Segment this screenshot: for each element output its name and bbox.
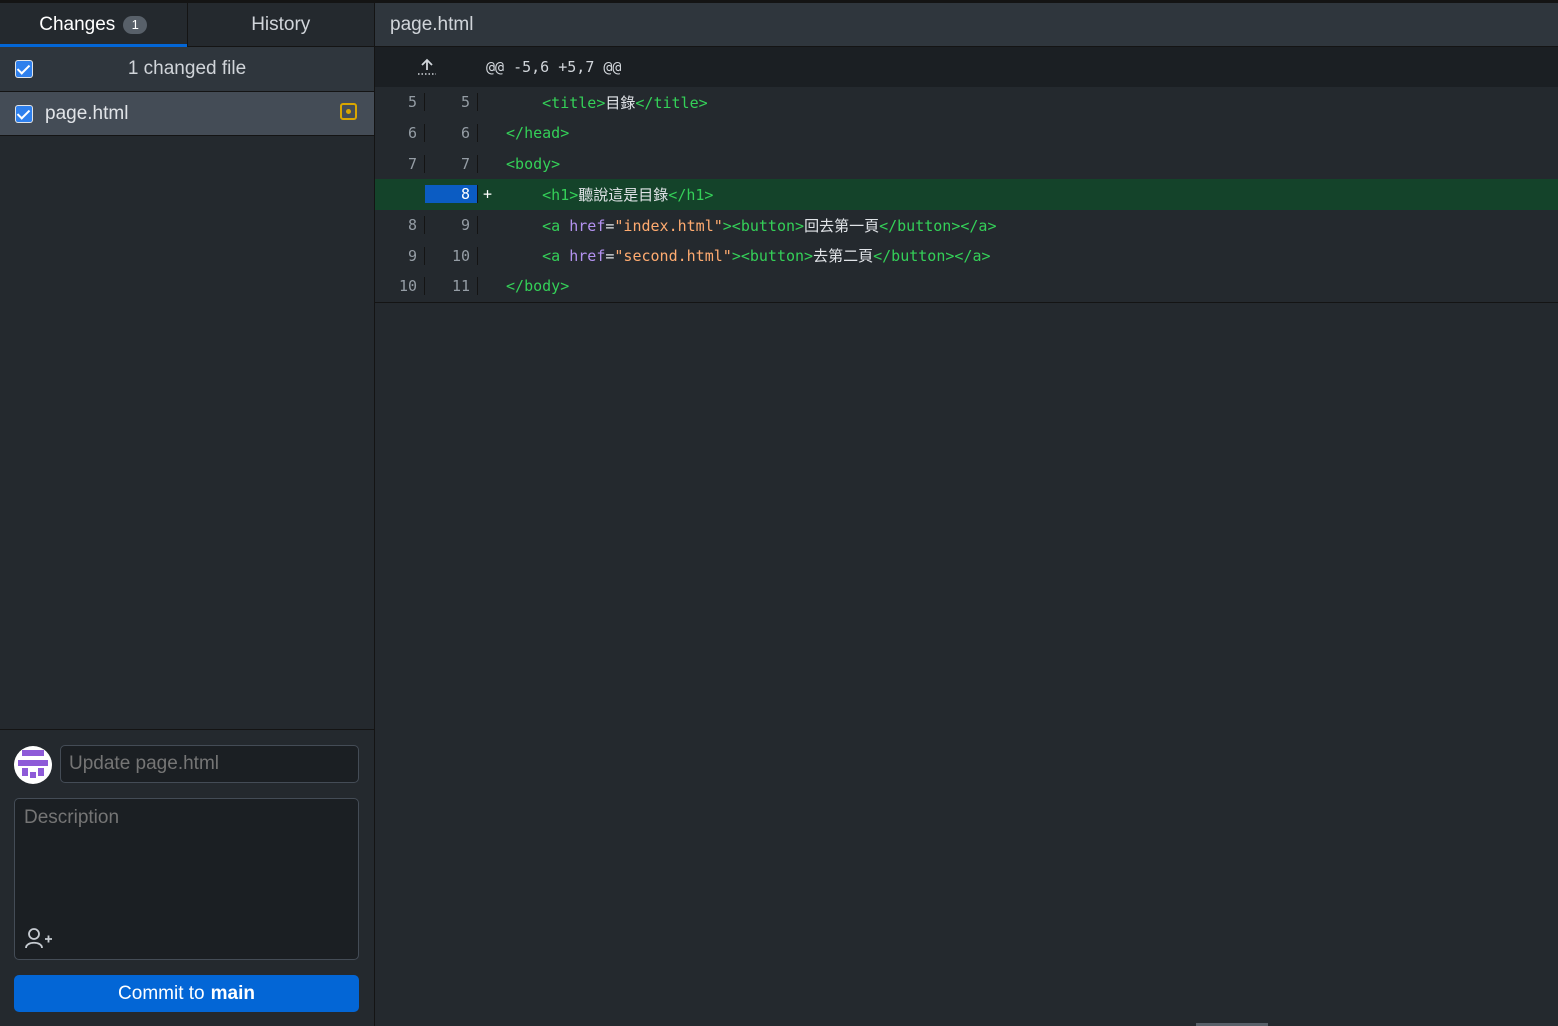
changes-count-badge: 1 bbox=[123, 15, 148, 34]
diff-line[interactable]: 9 10 <a href="second.html"><button>去第二頁</… bbox=[375, 240, 1558, 272]
commit-branch-name: main bbox=[210, 982, 255, 1004]
changed-file-name: page.html bbox=[45, 102, 129, 124]
code-token: href bbox=[569, 247, 606, 266]
diff-marker: + bbox=[482, 185, 493, 204]
diff-file-header: page.html bbox=[375, 3, 1558, 47]
old-line-number[interactable]: 7 bbox=[375, 154, 425, 173]
diff-end-divider bbox=[375, 301, 1558, 303]
new-line-number[interactable]: 11 bbox=[425, 277, 478, 296]
changed-files-count-label: 1 changed file bbox=[127, 58, 247, 79]
diff-code: </body> bbox=[497, 277, 569, 295]
diff-panel: page.html @@ -5,6 +5,7 @@ 55 <title>目錄</… bbox=[375, 3, 1558, 1026]
file-include-checkbox[interactable] bbox=[15, 105, 33, 123]
code-token: 回去第一頁 bbox=[804, 216, 880, 235]
code-token: 聽說這是目錄 bbox=[578, 185, 669, 204]
new-line-number[interactable]: 7 bbox=[425, 154, 478, 173]
code-token: "index.html" bbox=[614, 216, 723, 235]
changes-sidebar: Changes 1 History 1 changed file page.ht… bbox=[0, 3, 375, 1026]
new-line-number[interactable]: 5 bbox=[425, 93, 478, 112]
expand-up-icon[interactable] bbox=[375, 47, 479, 87]
diff-line[interactable]: 55 <title>目錄</title> bbox=[375, 87, 1558, 118]
code-token: <a bbox=[542, 247, 570, 266]
old-line-number[interactable]: 5 bbox=[375, 93, 425, 112]
code-token: </head> bbox=[506, 124, 570, 143]
commit-button-prefix: Commit to bbox=[118, 982, 205, 1004]
code-token: </button></a> bbox=[873, 247, 991, 266]
file-modified-icon bbox=[340, 103, 357, 120]
old-line-number[interactable]: 6 bbox=[375, 124, 425, 143]
diff-code: <body> bbox=[497, 155, 560, 173]
code-token: <title> bbox=[542, 93, 606, 112]
diff-file-title: page.html bbox=[390, 13, 474, 35]
code-token: </h1> bbox=[668, 185, 714, 204]
new-line-number[interactable]: 9 bbox=[425, 216, 478, 235]
commit-description-box[interactable] bbox=[14, 798, 359, 960]
code-token: <h1> bbox=[542, 185, 579, 204]
code-token: 目錄 bbox=[605, 93, 636, 112]
diff-code: </head> bbox=[497, 124, 569, 142]
code-token: ><button> bbox=[731, 247, 814, 266]
avatar bbox=[14, 746, 52, 784]
hunk-header-text: @@ -5,6 +5,7 @@ bbox=[479, 47, 622, 87]
diff-code: <h1>聽說這是目錄</h1> bbox=[497, 184, 713, 205]
tab-history-label: History bbox=[251, 13, 311, 35]
code-token: href bbox=[569, 216, 606, 235]
diff-line[interactable]: 10 11 </body> bbox=[375, 271, 1558, 302]
code-token: </button></a> bbox=[879, 216, 997, 235]
tab-changes-label: Changes bbox=[39, 13, 116, 35]
commit-button[interactable]: Commit to main bbox=[14, 975, 359, 1012]
diff-line-added[interactable]: 8 + <h1>聽說這是目錄</h1> bbox=[375, 179, 1558, 210]
tab-changes[interactable]: Changes 1 bbox=[0, 3, 187, 47]
diff-line[interactable]: 89 <a href="index.html"><button>回去第一頁</b… bbox=[375, 209, 1558, 241]
new-line-number[interactable]: 10 bbox=[425, 246, 478, 265]
changed-file-item[interactable]: page.html bbox=[0, 92, 374, 136]
new-line-number[interactable]: 6 bbox=[425, 124, 478, 143]
code-token: 去第二頁 bbox=[813, 247, 874, 266]
old-line-number[interactable]: 9 bbox=[375, 246, 425, 265]
old-line-number[interactable]: 10 bbox=[375, 277, 425, 296]
add-coauthor-icon[interactable] bbox=[25, 927, 53, 949]
diff-code: <title>目錄</title> bbox=[497, 92, 708, 113]
code-token: "second.html" bbox=[614, 247, 732, 266]
diff-view: @@ -5,6 +5,7 @@ 55 <title>目錄</title> 6 6 <… bbox=[375, 47, 1558, 303]
diff-line[interactable]: 77 <body> bbox=[375, 148, 1558, 180]
diff-line[interactable]: 66 </head> bbox=[375, 117, 1558, 149]
code-token: </body> bbox=[506, 277, 570, 296]
commit-summary-input[interactable] bbox=[60, 745, 359, 783]
code-token: <body> bbox=[506, 154, 561, 173]
code-token: <a bbox=[542, 216, 570, 235]
select-all-checkbox[interactable] bbox=[15, 60, 33, 78]
code-token: </title> bbox=[635, 93, 708, 112]
diff-code: <a href="second.html"><button>去第二頁</butt… bbox=[497, 245, 991, 266]
old-line-number[interactable]: 8 bbox=[375, 216, 425, 235]
code-token: ><button> bbox=[722, 216, 805, 235]
sidebar-tabs: Changes 1 History bbox=[0, 3, 374, 47]
commit-description-input[interactable] bbox=[15, 799, 358, 919]
hunk-header-row: @@ -5,6 +5,7 @@ bbox=[375, 47, 1558, 87]
tab-history[interactable]: History bbox=[186, 3, 375, 46]
new-line-number[interactable]: 8 bbox=[425, 185, 478, 204]
diff-code: <a href="index.html"><button>回去第一頁</butt… bbox=[497, 215, 996, 236]
changed-files-header: 1 changed file bbox=[0, 47, 374, 92]
diff-lines: 55 <title>目錄</title> 6 6 </head> 7 7 <body> 8… bbox=[375, 87, 1558, 302]
commit-panel: Commit to main bbox=[0, 729, 374, 1026]
